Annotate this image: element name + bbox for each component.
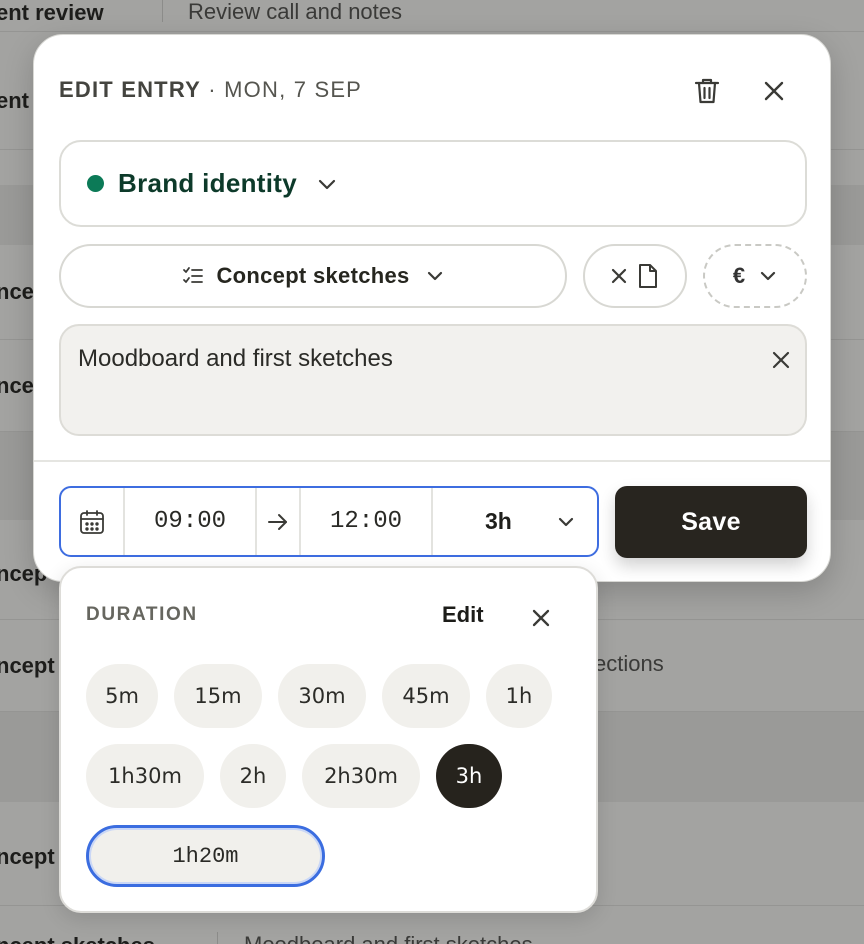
document-icon (639, 264, 657, 288)
close-icon (772, 351, 790, 369)
close-icon (611, 268, 627, 284)
description-text[interactable]: Moodboard and first sketches (78, 345, 393, 373)
close-icon (532, 609, 550, 627)
duration-popover: DURATION Edit 5m 15m 30m 45m 1h 1h30m 2h… (59, 566, 598, 913)
duration-chip[interactable]: 2h30m (302, 744, 420, 808)
row-title: ncept (0, 844, 55, 869)
dialog-title-label: EDIT ENTRY (59, 77, 201, 102)
close-popover-button[interactable] (521, 598, 561, 638)
list-item: ent review Review call and notes (0, 0, 864, 32)
currency-symbol: € (732, 263, 746, 288)
chevron-down-icon (558, 517, 574, 526)
row-title: ent (0, 88, 29, 113)
entry-date: MON, 7 SEP (224, 77, 363, 102)
row-title: ncept sketches (0, 933, 155, 944)
checklist-icon (183, 267, 204, 283)
row-note: ections (594, 651, 664, 676)
duration-chip[interactable]: 5m (86, 664, 158, 728)
row-title: ent review (0, 0, 104, 25)
end-time-input[interactable]: 12:00 (301, 488, 433, 555)
start-time-input[interactable]: 09:00 (125, 488, 257, 555)
duration-chip[interactable]: 15m (174, 664, 262, 728)
close-icon (764, 81, 784, 101)
calendar-icon (80, 509, 104, 534)
arrow-right-icon (257, 488, 301, 555)
chevron-down-icon (427, 271, 442, 281)
clear-description-button[interactable] (761, 340, 801, 380)
duration-chip[interactable]: 45m (382, 664, 470, 728)
row-title: ncept (0, 653, 55, 678)
row-title: nce (0, 279, 34, 304)
dialog-title: EDIT ENTRY · MON, 7 SEP (59, 77, 362, 103)
divider (34, 460, 830, 462)
time-range-bar: 09:00 12:00 3h (59, 486, 599, 557)
description-field[interactable]: Moodboard and first sketches (59, 324, 807, 436)
duration-value: 3h (485, 508, 512, 534)
row-note: Moodboard and first sketches (244, 932, 533, 944)
custom-duration-input[interactable] (86, 825, 325, 887)
chevron-down-icon (761, 271, 776, 281)
billable-toggle[interactable] (583, 244, 687, 308)
popover-title: DURATION (86, 604, 198, 625)
chevron-down-icon (317, 177, 337, 191)
duration-select[interactable]: 3h (433, 488, 597, 555)
title-separator: · (208, 77, 217, 102)
date-picker-button[interactable] (61, 488, 125, 555)
duration-chip[interactable]: 30m (278, 664, 366, 728)
edit-entry-dialog: EDIT ENTRY · MON, 7 SEP Brand identity C… (33, 34, 831, 582)
duration-chip-selected[interactable]: 3h (436, 744, 502, 808)
project-color-dot (87, 175, 104, 192)
duration-chip[interactable]: 1h (486, 664, 552, 728)
close-dialog-button[interactable] (754, 71, 794, 111)
project-name: Brand identity (118, 168, 297, 198)
trash-icon (694, 78, 720, 104)
project-select[interactable]: Brand identity (59, 140, 807, 227)
task-name: Concept sketches (216, 263, 410, 288)
save-button[interactable]: Save (615, 486, 807, 558)
edit-presets-button[interactable]: Edit (442, 602, 484, 628)
task-select[interactable]: Concept sketches (59, 244, 567, 308)
row-title: nce (0, 373, 34, 398)
duration-chip[interactable]: 2h (220, 744, 286, 808)
row-note: Review call and notes (188, 0, 403, 24)
duration-chip[interactable]: 1h30m (86, 744, 204, 808)
delete-entry-button[interactable] (687, 71, 727, 111)
currency-select[interactable]: € (703, 244, 807, 308)
